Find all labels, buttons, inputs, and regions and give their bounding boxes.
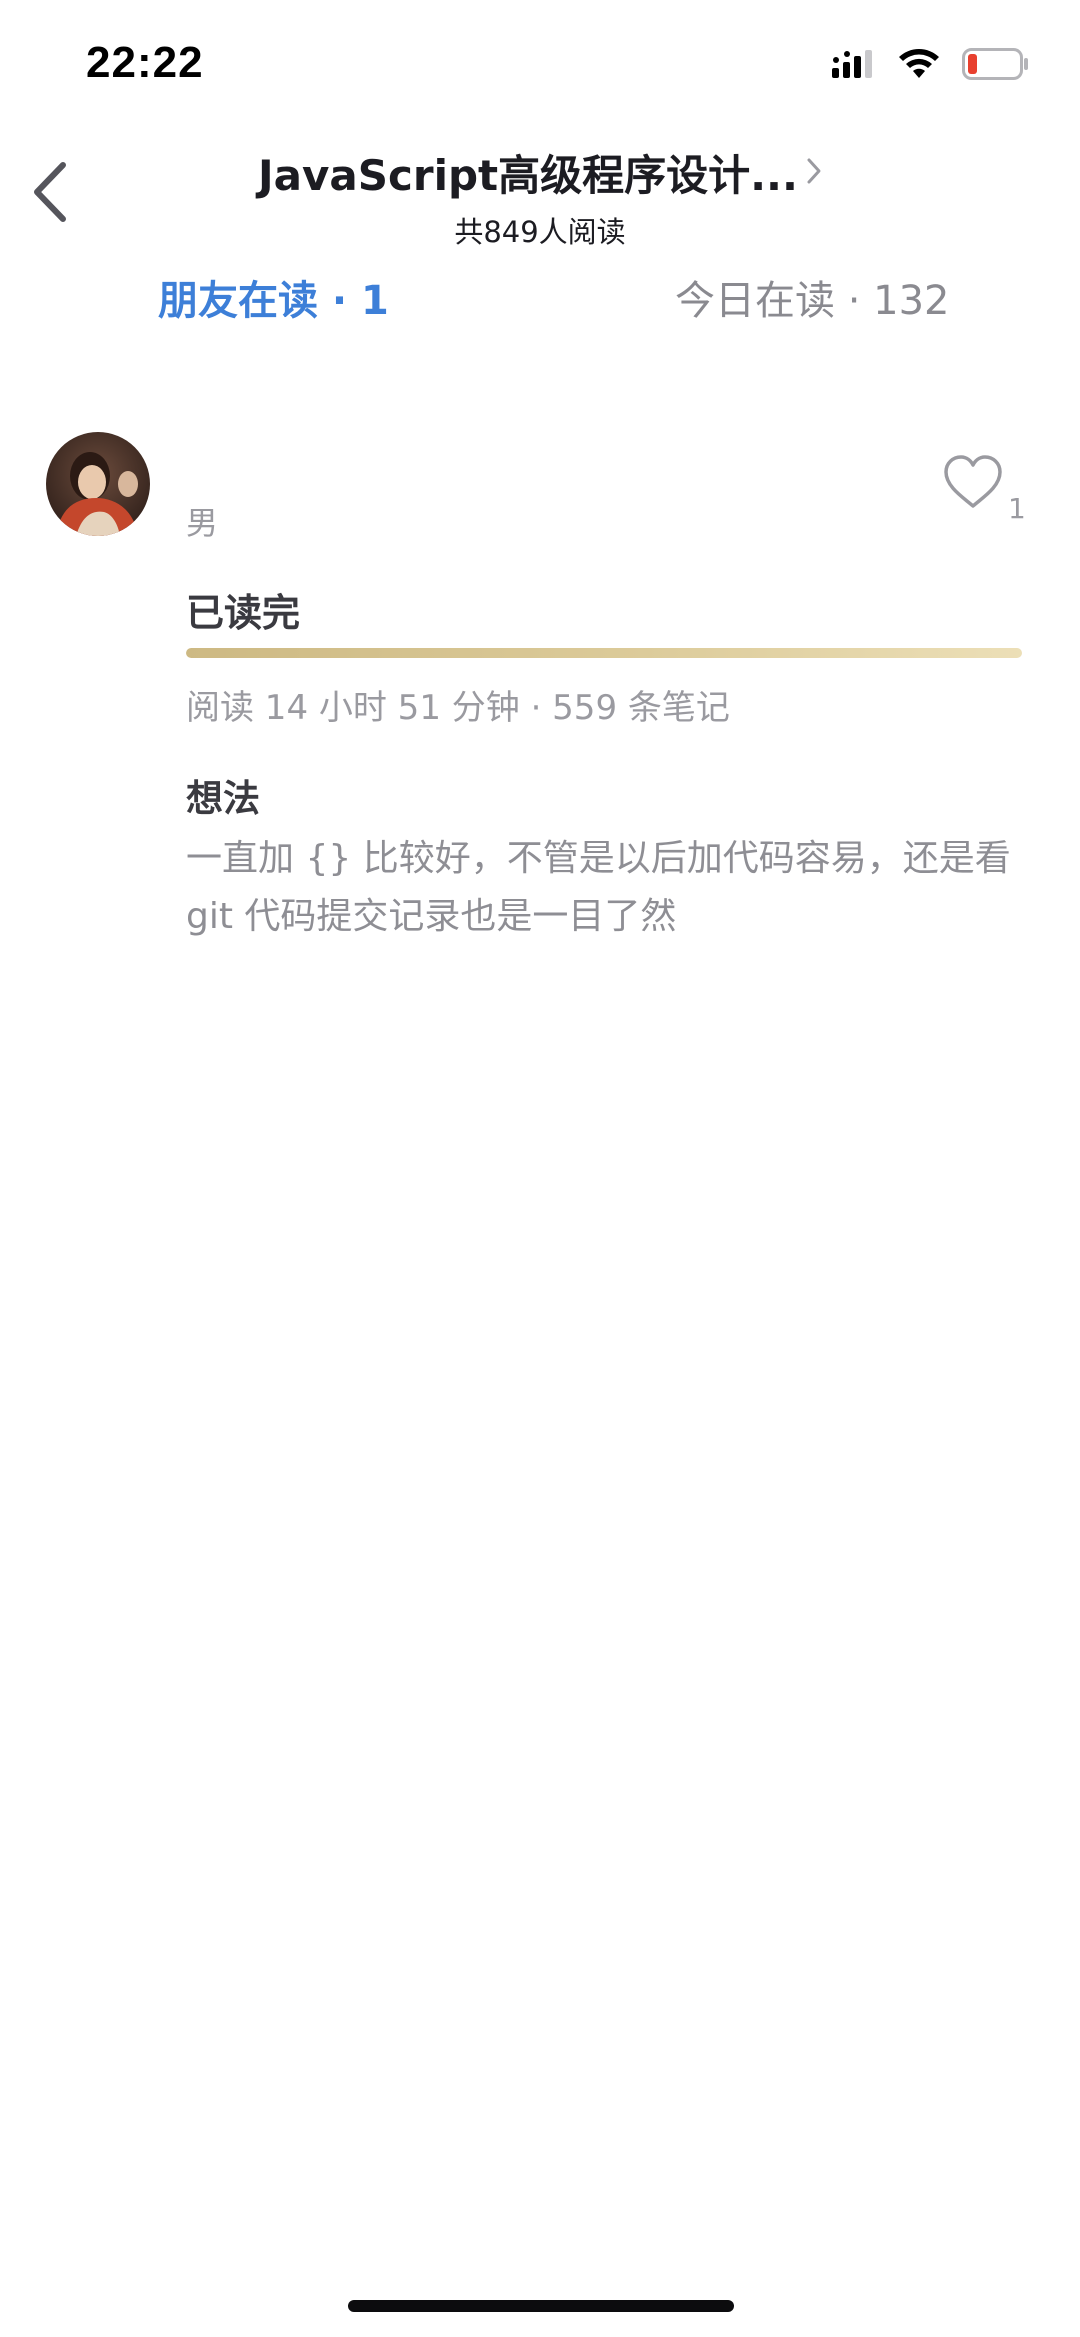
reader-tabs: 朋友在读 · 1 今日在读 · 132 [0,268,1080,338]
avatar[interactable] [46,432,150,536]
chevron-left-icon [29,161,69,227]
wifi-icon [898,48,940,80]
title-block: JavaScript高级程序设计... 共849人阅读 [140,142,940,251]
reading-stats: 阅读 14 小时 51 分钟 · 559 条笔记 [186,688,730,728]
nav-header: JavaScript高级程序设计... 共849人阅读 [0,130,1080,250]
status-icons [832,48,1030,80]
cellular-signal-icon [832,49,876,79]
heart-outline-icon [942,455,1004,514]
back-button[interactable] [14,154,84,234]
gender-label: 男 [186,504,219,542]
book-title: JavaScript高级程序设计... [258,151,798,200]
book-title-link[interactable]: JavaScript高级程序设计... [258,142,822,203]
status-bar: 22:22 [0,0,1080,130]
tab-today-reading[interactable]: 今日在读 · 132 [675,268,950,326]
reading-progress-fill [186,648,1022,658]
reading-progress-bar [186,648,1022,658]
status-time: 22:22 [86,38,204,87]
reader-count: 共849人阅读 [454,215,626,249]
like-count: 1 [1008,492,1026,525]
battery-low-icon [962,48,1030,80]
reading-status: 已读完 [186,591,301,635]
thought-heading: 想法 [186,777,260,820]
tab-friends-reading[interactable]: 朋友在读 · 1 [158,268,389,326]
thought-text[interactable]: 一直加 {} 比较好，不管是以后加代码容易，还是看 git 代码提交记录也是一目… [186,830,1016,946]
chevron-right-icon [806,157,822,189]
home-indicator[interactable] [348,2300,734,2312]
